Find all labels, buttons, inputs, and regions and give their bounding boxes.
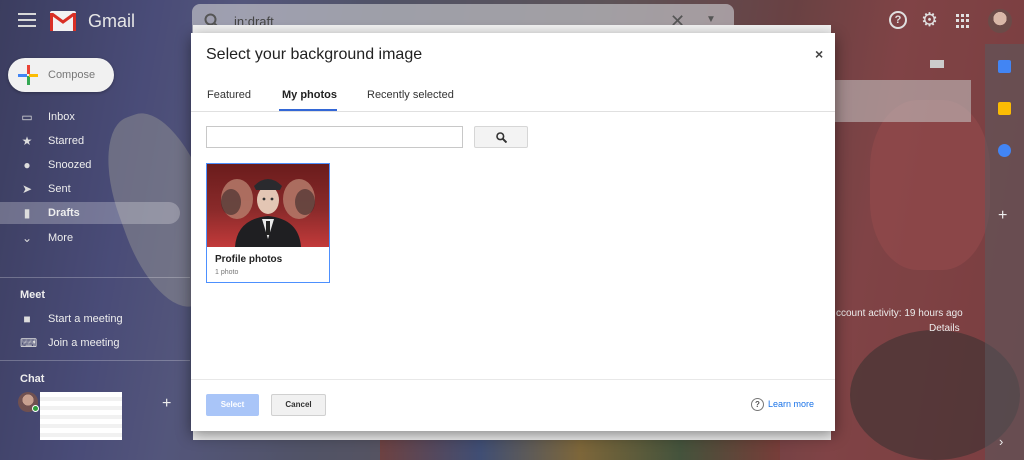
dialog-tabs: Featured My photos Recently selected [191, 81, 835, 111]
app-title: Gmail [88, 11, 136, 31]
expand-panel-chevron-icon[interactable]: › [999, 434, 1003, 449]
add-addon-plus-icon[interactable]: + [998, 207, 1007, 225]
sidebar-item-label: Drafts [48, 207, 80, 219]
settings-gear-icon[interactable]: ⚙ [921, 9, 938, 32]
sidebar-divider [0, 277, 190, 278]
learn-more-label[interactable]: Learn more [768, 399, 814, 409]
footer-divider [191, 379, 835, 380]
join-meeting-label: Join a meeting [48, 337, 120, 349]
send-icon: ➤ [21, 182, 33, 196]
compose-label: Compose [48, 69, 96, 81]
keyboard-icon: ⌨ [20, 336, 38, 350]
album-card[interactable]: Profile photos 1 photo [206, 163, 330, 283]
account-avatar[interactable] [988, 9, 1012, 33]
start-meeting-item[interactable]: ■ Start a meeting [0, 308, 180, 330]
clock-icon: ● [23, 158, 31, 172]
search-options-icon[interactable]: ▼ [706, 14, 716, 25]
details-link[interactable]: Details [929, 323, 960, 334]
sidebar-item-starred[interactable]: ★ Starred [0, 130, 180, 152]
keep-icon[interactable] [998, 102, 1011, 115]
video-icon: ■ [23, 312, 31, 326]
chat-heading: Chat [20, 373, 45, 385]
sidebar-item-snoozed[interactable]: ● Snoozed [0, 154, 180, 176]
sidebar-item-label: Starred [48, 135, 85, 147]
album-name: Profile photos [215, 254, 283, 265]
sidebar-item-label: Inbox [48, 111, 75, 123]
meet-heading: Meet [20, 289, 46, 301]
sidebar-item-label: Sent [48, 183, 71, 195]
sidebar-divider [0, 360, 190, 361]
star-icon: ★ [21, 134, 33, 148]
calendar-icon[interactable] [998, 60, 1011, 73]
compose-plus-icon [18, 65, 38, 85]
gmail-logo-icon [50, 11, 76, 31]
side-panel: + › [985, 44, 1024, 460]
email-list-area [834, 80, 971, 122]
redacted-chat-contact [40, 392, 122, 440]
chevron-down-icon: ⌄ [21, 231, 33, 245]
sidebar-item-label: More [48, 232, 74, 244]
select-button[interactable]: Select [206, 394, 259, 416]
start-chat-plus-icon[interactable]: + [162, 395, 171, 413]
background-image-dialog: Select your background image × Featured … [191, 33, 835, 431]
draft-icon: ▮ [23, 206, 31, 220]
dialog-title: Select your background image [206, 46, 423, 63]
apps-grid-icon[interactable] [956, 14, 970, 28]
photo-search-button[interactable] [474, 126, 528, 148]
tasks-icon[interactable] [998, 144, 1011, 157]
sidebar-item-sent[interactable]: ➤ Sent [0, 178, 180, 200]
sidebar-item-inbox[interactable]: ▭ Inbox [0, 106, 180, 128]
cancel-button[interactable]: Cancel [271, 394, 326, 416]
start-meeting-label: Start a meeting [48, 313, 123, 325]
album-photo-count: 1 photo [215, 269, 239, 276]
photo-search-input[interactable] [206, 126, 463, 148]
sidebar-item-more[interactable]: ⌄ More [0, 227, 180, 249]
tab-my-photos[interactable]: My photos [279, 85, 337, 111]
album-thumbnail [207, 164, 329, 247]
input-tools-icon[interactable] [930, 60, 944, 68]
tab-featured[interactable]: Featured [207, 85, 251, 111]
help-question-icon: ? [751, 398, 764, 411]
main-menu-icon[interactable] [18, 13, 36, 29]
help-icon[interactable]: ? [889, 11, 907, 29]
tab-divider [191, 111, 835, 112]
sidebar-item-drafts[interactable]: ▮ Drafts [0, 202, 180, 224]
close-icon[interactable]: × [815, 46, 823, 62]
search-icon [496, 132, 507, 143]
compose-button[interactable]: Compose [8, 58, 114, 92]
online-status-dot [32, 405, 39, 412]
inbox-icon: ▭ [21, 110, 33, 124]
join-meeting-item[interactable]: ⌨ Join a meeting [0, 332, 180, 354]
account-activity-text: ccount activity: 19 hours ago [836, 308, 963, 319]
sidebar-item-label: Snoozed [48, 159, 92, 171]
tab-recently-selected[interactable]: Recently selected [367, 85, 454, 111]
